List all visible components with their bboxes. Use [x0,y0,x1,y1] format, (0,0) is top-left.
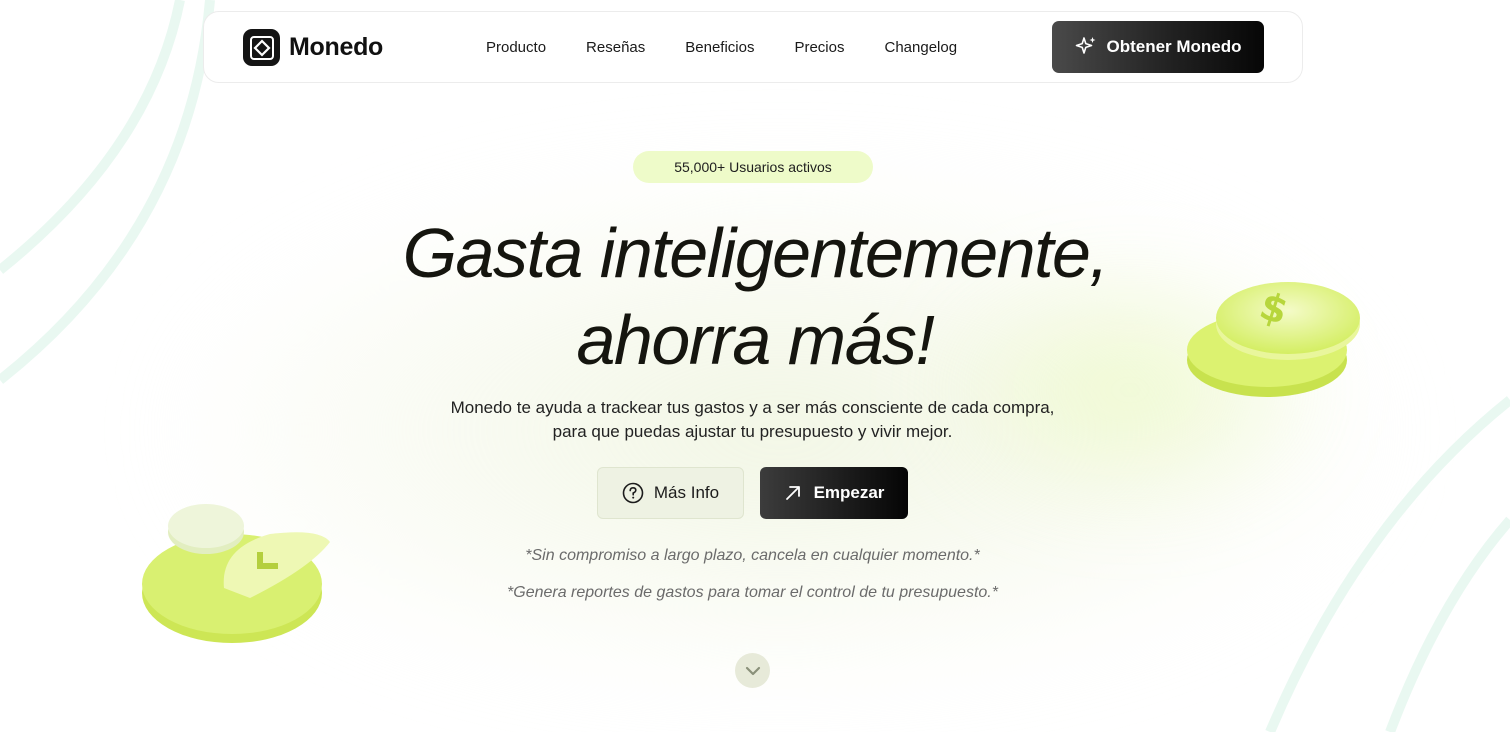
headline-line-1: Gasta inteligentemente, [402,214,1109,292]
description-line-2: para que puedas ajustar tu presupuesto y… [552,422,953,441]
brand-name: Monedo [289,33,384,61]
more-info-label: Más Info [653,483,720,502]
nav-link-precios[interactable]: Precios [794,39,844,57]
headline-line-2: ahorra más! [576,301,935,379]
start-button[interactable]: Empezar [760,467,908,519]
top-navbar: Monedo Producto Reseñas Beneficios Preci… [203,11,1303,83]
active-users-badge: 55,000+ Usuarios activos [633,151,873,183]
description-line-1: Monedo te ayuda a trackear tus gastos y … [450,398,1055,417]
nav-link-producto[interactable]: Producto [486,39,546,57]
start-label: Empezar [813,483,885,502]
nav-link-changelog[interactable]: Changelog [885,39,958,57]
nav-link-beneficios[interactable]: Beneficios [685,39,754,57]
chevron-down-icon [745,666,760,675]
hero-headline: Gasta inteligentemente, ahorra más! [0,210,1510,384]
arrow-up-right-icon [785,486,800,500]
hero-actions: Más Info Empezar [597,467,908,519]
get-monedo-label: Obtener Monedo [1106,37,1242,56]
get-monedo-button[interactable]: Obtener Monedo [1052,21,1264,73]
brand-logo[interactable]: Monedo [243,29,383,66]
more-info-button[interactable]: Más Info [597,467,744,519]
no-commitment-note: *Sin compromiso a largo plazo, cancela e… [525,547,980,564]
sparkles-icon [1076,37,1096,54]
hero-description: Monedo te ayuda a trackear tus gastos y … [0,396,1505,444]
reports-note: *Genera reportes de gastos para tomar el… [507,584,998,601]
nav-link-resenas[interactable]: Reseñas [586,39,645,57]
question-circle-icon [622,482,644,504]
scroll-down-button[interactable] [735,653,770,688]
monedo-logo-icon [243,29,280,66]
nav-links: Producto Reseñas Beneficios Precios Chan… [486,39,997,57]
